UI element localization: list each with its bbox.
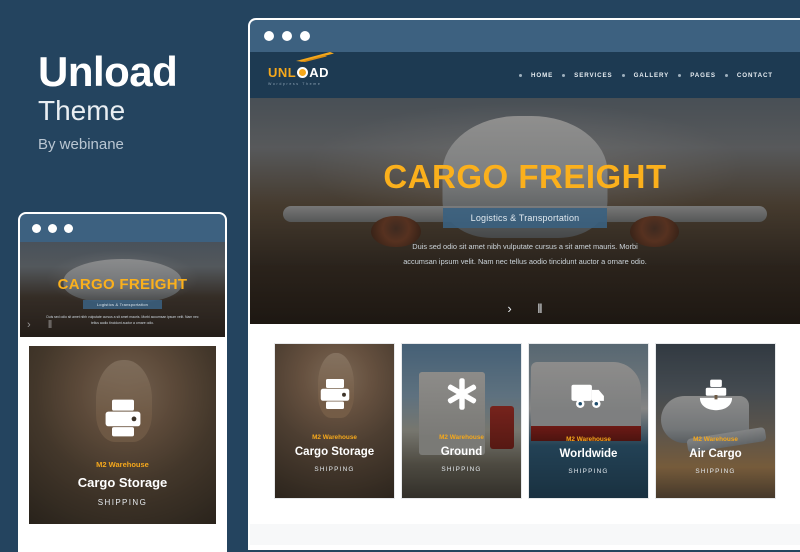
service-card-air-cargo[interactable]: M2 Warehouse Air Cargo SHIPPING [655, 343, 776, 499]
nav-item-pages[interactable]: PAGES [681, 72, 725, 79]
next-slide-icon[interactable]: › [507, 301, 511, 316]
card-eyebrow: M2 Warehouse [693, 436, 738, 443]
card-subtitle: SHIPPING [441, 466, 482, 473]
card-title: Ground [440, 446, 483, 458]
mobile-card-section: M2 Warehouse Cargo Storage SHIPPING [20, 337, 225, 524]
page-bottom-section [250, 524, 800, 550]
logo-text-part-two: AD [309, 64, 329, 80]
logo-text-part-one: UNL [268, 64, 297, 80]
bottom-light-strip [250, 524, 800, 545]
printer-icon [29, 396, 216, 440]
wing-swoosh-icon [296, 51, 334, 62]
services-card-row: M2 Warehouse Cargo Storage SHIPPING M2 W… [250, 324, 800, 499]
card-eyebrow: M2 Warehouse [312, 434, 357, 441]
left-info-panel: Unload Theme By webinane CARGO FREIGHT L… [0, 0, 248, 552]
nav-menu: HOME SERVICES GALLERY PAGES CONTACT [519, 72, 800, 79]
card-title: Cargo Storage [294, 446, 375, 458]
mobile-card-subtitle: SHIPPING [97, 498, 148, 507]
desktop-preview-window[interactable]: UNL AD Wordpress Theme HOME SERVICES GAL… [248, 18, 800, 550]
hero-title: CARGO FREIGHT [383, 158, 667, 195]
mobile-preview-window[interactable]: CARGO FREIGHT Logistics & Transportation… [18, 212, 227, 552]
nav-item-gallery[interactable]: GALLERY [625, 72, 679, 79]
window-dot-red[interactable] [264, 31, 274, 41]
window-dot-green[interactable] [64, 223, 73, 233]
theme-subtitle: Theme [38, 95, 126, 126]
nav-item-home[interactable]: HOME [522, 72, 562, 79]
card-subtitle: SHIPPING [695, 468, 736, 475]
window-dot-yellow[interactable] [282, 31, 292, 41]
hero-paragraph: Duis sed odio sit amet nibh vulputate cu… [403, 242, 647, 266]
browser-chrome-bar [250, 20, 800, 52]
card-subtitle: SHIPPING [314, 466, 355, 473]
mobile-preview-hero: CARGO FREIGHT Logistics & Transportation… [20, 242, 225, 337]
pause-slide-icon[interactable]: ‖ [537, 301, 542, 316]
nav-item-services[interactable]: SERVICES [565, 72, 621, 79]
card-title: Worldwide [559, 448, 618, 460]
service-card-cargo-storage[interactable]: M2 Warehouse Cargo Storage SHIPPING [274, 343, 395, 499]
card-eyebrow: M2 Warehouse [566, 436, 611, 443]
card-eyebrow: M2 Warehouse [439, 434, 484, 441]
mobile-preview-chrome [20, 214, 225, 242]
card-subtitle: SHIPPING [568, 468, 609, 475]
site-logo[interactable]: UNL AD Wordpress Theme [268, 51, 338, 86]
printer-icon [275, 376, 394, 412]
hero-subtitle-pill: Logistics & Transportation [442, 208, 608, 228]
service-card-ground[interactable]: M2 Warehouse Ground SHIPPING [401, 343, 522, 499]
truck-icon [529, 376, 648, 414]
window-dot-yellow[interactable] [48, 223, 57, 233]
hero-slider-controls[interactable]: › ‖ [250, 301, 800, 316]
mobile-hero-title: CARGO FREIGHT [57, 276, 188, 293]
mobile-card-eyebrow: M2 Warehouse [96, 460, 149, 469]
window-dot-green[interactable] [300, 31, 310, 41]
window-dot-red[interactable] [32, 223, 41, 233]
ship-icon [656, 376, 775, 414]
asterisk-icon [402, 376, 521, 412]
site-navigation-bar: UNL AD Wordpress Theme HOME SERVICES GAL… [250, 51, 800, 98]
theme-name-title: Unload [38, 48, 178, 95]
mobile-hero-pill: Logistics & Transportation [82, 300, 163, 309]
logo-tagline: Wordpress Theme [268, 81, 322, 86]
wheel-o-icon [297, 66, 309, 78]
nav-item-contact[interactable]: CONTACT [728, 72, 782, 79]
card-title: Air Cargo [689, 448, 742, 460]
mobile-card-title: Cargo Storage [77, 475, 168, 490]
service-card-worldwide[interactable]: M2 Warehouse Worldwide SHIPPING [528, 343, 649, 499]
theme-author: By webinane [38, 136, 124, 153]
hero-slider: CARGO FREIGHT Logistics & Transportation… [250, 98, 800, 324]
mobile-hero-paragraph: Duis sed odio sit amet nibh vulputate cu… [46, 315, 199, 326]
mobile-service-card[interactable]: M2 Warehouse Cargo Storage SHIPPING [29, 346, 216, 524]
